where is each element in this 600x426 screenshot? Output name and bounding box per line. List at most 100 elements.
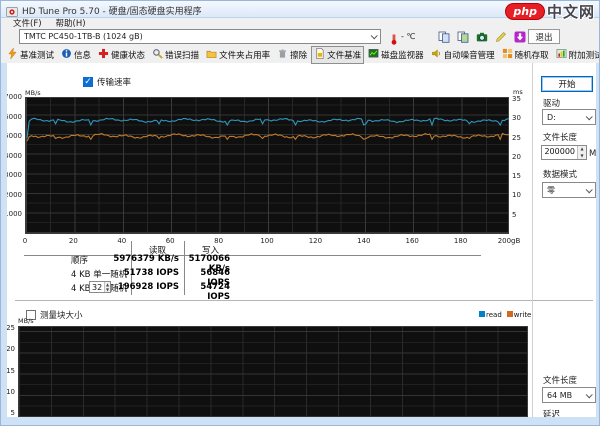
file-length-value: 200000 <box>542 146 577 159</box>
tab-extra[interactable]: 附加测试 <box>553 46 600 64</box>
chevron-down-icon <box>586 391 593 398</box>
x-axis-tick: 40 <box>117 237 126 245</box>
tab-aam[interactable]: 自动噪音管理 <box>428 46 498 64</box>
y-axis-tick-right: 5 <box>512 211 516 219</box>
chevron-down-icon <box>586 113 593 120</box>
x-axis-tick: 20 <box>69 237 78 245</box>
tab-label: 磁盘监视器 <box>381 49 424 61</box>
spinner-arrows[interactable]: ▲▼ <box>577 146 586 159</box>
titlebar: HD Tune Pro 5.70 - 硬盘/固态硬盘实用程序 php 中文网 <box>1 1 599 18</box>
legend-swatch-read <box>479 311 485 317</box>
x-axis-tick: 180 <box>454 237 467 245</box>
right-panel-divider <box>532 63 533 419</box>
health-icon <box>98 48 109 62</box>
main-chart-y-unit: MB/s <box>25 89 41 97</box>
block-file-length-combo[interactable]: 64 MB <box>542 387 596 403</box>
copy-icon[interactable] <box>436 29 452 44</box>
php-logo: php <box>505 3 545 20</box>
exit-button[interactable]: 退出 <box>528 29 560 44</box>
file-length-spinner[interactable]: 200000 ▲▼ <box>541 145 587 160</box>
spinner-down-icon[interactable]: ▼ <box>105 287 110 292</box>
x-axis-tick: 100 <box>260 237 273 245</box>
pencil-icon[interactable] <box>493 29 509 44</box>
window-border-bottom <box>1 417 599 425</box>
toolbar-icon-buttons <box>436 29 528 44</box>
y-axis-tick-right: 10 <box>512 191 521 199</box>
block-file-length-value: 64 MB <box>547 391 572 400</box>
y-axis-tick-right: 25 <box>512 134 521 142</box>
x-axis-tick: 160 <box>406 237 419 245</box>
tab-label: 基准测试 <box>20 49 54 61</box>
tab-label: 文件夹占用率 <box>219 49 270 61</box>
window-title: HD Tune Pro 5.70 - 硬盘/固态硬盘实用程序 <box>22 4 202 17</box>
y-axis-tick-right: 20 <box>512 153 521 161</box>
block-size-chart <box>18 326 528 418</box>
legend-write: write <box>507 311 532 319</box>
window-border-right <box>596 18 599 425</box>
drive-select-value: TMTC PC450-1TB-B (1024 gB) <box>24 32 143 41</box>
y-axis-tick-right: 35 <box>512 95 521 103</box>
y-axis-tick-right: 15 <box>512 172 521 180</box>
y-axis-tick-right: 30 <box>512 114 521 122</box>
transfer-rate-checkbox-row: 传输速率 <box>83 71 131 90</box>
legend-label: read <box>486 311 502 319</box>
app-icon <box>6 3 18 15</box>
target-drive-combo[interactable]: D: <box>542 109 596 125</box>
window-border-left <box>1 18 7 425</box>
transfer-rate-checkbox[interactable] <box>83 77 93 87</box>
queue-depth-spinner[interactable]: 32▲▼ <box>89 281 111 293</box>
copy-image-icon[interactable] <box>455 29 471 44</box>
start-button[interactable]: 开始 <box>541 76 593 92</box>
benchmark-icon <box>7 48 18 62</box>
result-read-value: 51738 IOPS <box>101 268 179 278</box>
hd-tune-window: HD Tune Pro 5.70 - 硬盘/固态硬盘实用程序 php 中文网 文… <box>0 0 600 426</box>
x-axis-end-label: 200gB <box>498 237 521 245</box>
series-write <box>27 134 509 142</box>
section-divider <box>15 300 593 301</box>
spinner-arrows[interactable]: ▲▼ <box>104 282 110 292</box>
tab-disk-monitor[interactable]: 磁盘监视器 <box>365 46 427 64</box>
random-icon <box>502 48 513 62</box>
tab-label: 附加测试 <box>569 49 600 61</box>
result-read-value: 196928 IOPS <box>101 282 179 292</box>
legend-read: read <box>479 311 502 319</box>
drive-select-combo[interactable]: TMTC PC450-1TB-B (1024 gB) <box>19 29 381 44</box>
tab-scan[interactable]: 错误扫描 <box>149 46 202 64</box>
data-mode-combo[interactable]: 零 <box>542 182 596 198</box>
target-drive-value: D: <box>547 113 556 122</box>
queue-depth-value: 32 <box>90 282 104 292</box>
thermometer-icon <box>388 30 400 43</box>
legend-swatch-write <box>507 311 513 317</box>
chevron-down-icon <box>371 32 378 39</box>
tab-label: 信息 <box>74 49 91 61</box>
tab-label: 文件基准 <box>327 49 361 61</box>
tab-health[interactable]: 健康状态 <box>95 46 148 64</box>
tab-info[interactable]: 信息 <box>58 46 94 64</box>
data-mode-label: 数据模式 <box>543 168 577 180</box>
file-length-label: 文件长度 <box>543 131 577 143</box>
tab-random[interactable]: 随机存取 <box>499 46 552 64</box>
camera-icon[interactable] <box>474 29 490 44</box>
tab-file-benchmark[interactable]: 文件基准 <box>311 46 364 64</box>
scan-icon <box>152 48 163 62</box>
extra-icon <box>556 48 567 62</box>
tab-benchmark[interactable]: 基准测试 <box>4 46 57 64</box>
result-read-value: 5976379 KB/s <box>101 254 179 264</box>
tab-label: 自动噪音管理 <box>444 49 495 61</box>
block-file-length-label: 文件长度 <box>543 374 577 386</box>
result-row-label: 顺序 <box>71 254 88 266</box>
block-chart-y-unit: MB/s <box>18 317 34 325</box>
temperature-value: - ℃ <box>401 32 415 41</box>
x-axis-tick: 120 <box>309 237 322 245</box>
block-chart-legend: read write <box>479 311 531 319</box>
tab-erase[interactable]: 擦除 <box>274 46 310 64</box>
tab-folder[interactable]: 文件夹占用率 <box>203 46 273 64</box>
data-mode-value: 零 <box>547 185 555 196</box>
download-icon[interactable] <box>512 29 528 44</box>
legend-label: write <box>514 311 532 319</box>
aam-icon <box>431 48 442 62</box>
cn-logo-text: 中文网 <box>547 1 595 22</box>
tab-label: 错误扫描 <box>165 49 199 61</box>
transfer-rate-label: 传输速率 <box>97 78 131 88</box>
spinner-down-icon[interactable]: ▼ <box>578 153 586 160</box>
